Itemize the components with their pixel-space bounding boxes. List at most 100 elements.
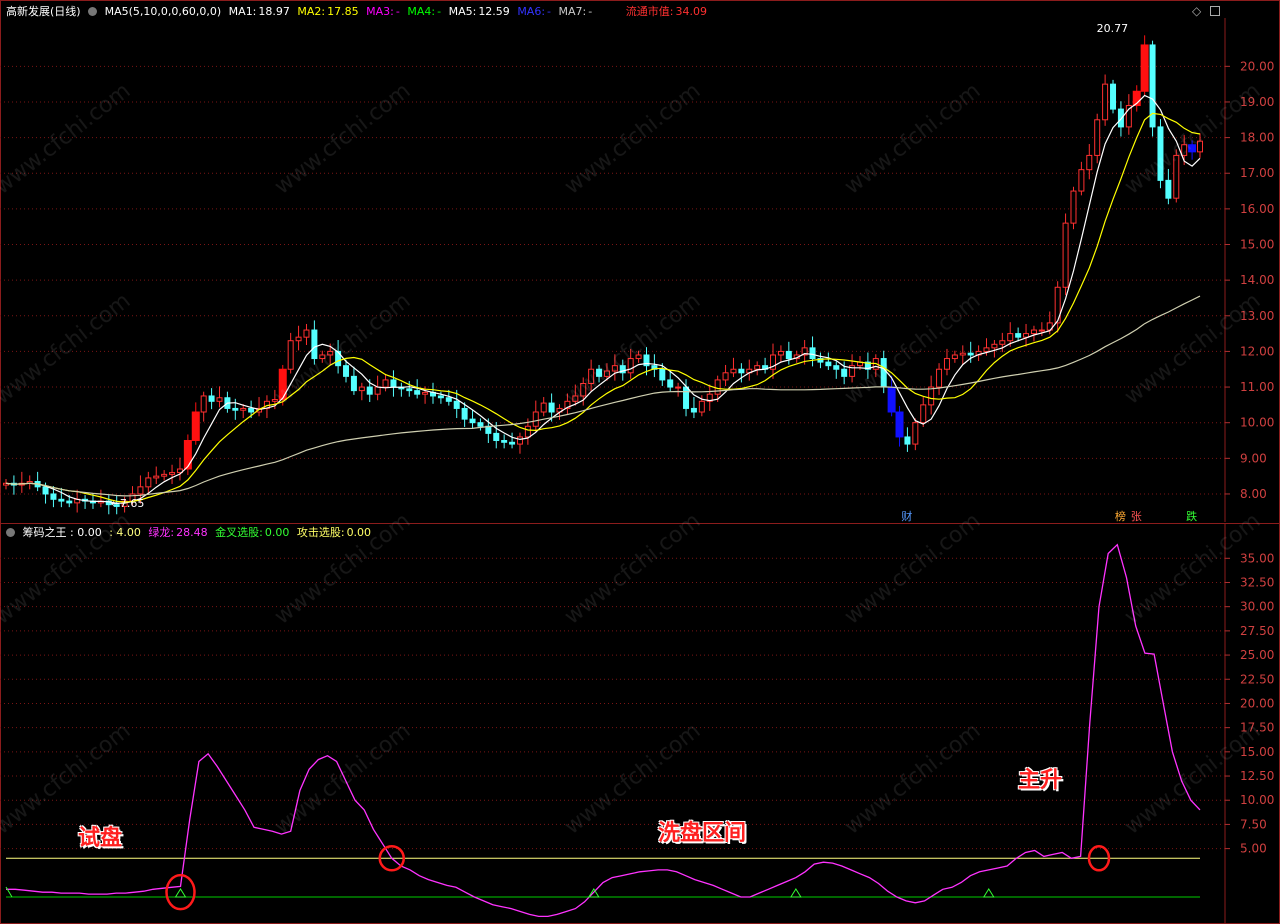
- candle-body: [208, 395, 215, 402]
- price-tick-label: 20.00: [1240, 59, 1274, 73]
- candle-body: [437, 395, 444, 399]
- candle-body: [42, 486, 49, 495]
- candle-body: [635, 354, 642, 360]
- price-tick-label: 9.00: [1240, 451, 1267, 465]
- event-marker: 张: [1131, 510, 1142, 523]
- candle-body: [327, 350, 334, 356]
- candle-body: [145, 477, 152, 488]
- candle-body: [983, 347, 990, 352]
- candle-body: [1086, 154, 1093, 171]
- candle-body: [169, 472, 176, 475]
- candle-body: [825, 361, 832, 367]
- indicator-tick-label: 17.50: [1240, 721, 1274, 735]
- candle-body: [1165, 179, 1172, 199]
- annotation-wash: 洗盘区间: [658, 821, 747, 846]
- candle-body: [596, 368, 603, 377]
- candle-body: [232, 407, 239, 411]
- candle-body: [1078, 169, 1085, 192]
- candle-body: [675, 386, 682, 389]
- candle-body: [137, 486, 144, 495]
- candle-body: [912, 422, 919, 445]
- golden-cross-triangle: [789, 888, 802, 898]
- candle-body: [350, 375, 357, 392]
- price-tick-label: 8.00: [1240, 487, 1267, 501]
- candle-body: [1102, 83, 1109, 121]
- candle-body: [785, 350, 792, 360]
- candle-body: [66, 500, 73, 504]
- candle-body: [1157, 126, 1164, 181]
- indicator-tick-label: 15.00: [1240, 745, 1274, 759]
- candle-body: [153, 475, 160, 479]
- candle-body: [374, 386, 381, 395]
- candle-body: [414, 390, 421, 395]
- candle-body: [183, 440, 192, 470]
- candle-body: [690, 407, 697, 413]
- candle-body: [603, 370, 610, 377]
- candle-body: [445, 397, 452, 402]
- candle-body: [390, 379, 397, 388]
- candle-body: [809, 347, 816, 360]
- candle-body: [248, 407, 255, 413]
- candle-body: [999, 340, 1006, 345]
- candle-body: [382, 379, 389, 388]
- event-marker: 跌: [1186, 509, 1197, 523]
- indicator-tick-label: 12.50: [1240, 769, 1274, 783]
- candle-body: [967, 352, 974, 356]
- candle-body: [943, 358, 950, 370]
- candle-body: [1094, 119, 1101, 156]
- indicator-tick-label: 30.00: [1240, 600, 1274, 614]
- candle-body: [1062, 222, 1069, 288]
- candle-body: [588, 368, 595, 384]
- candle-body: [1197, 140, 1203, 153]
- candle-body: [833, 365, 840, 370]
- candle-body: [216, 397, 223, 402]
- indicator-chart[interactable]: 5.00 7.50 10.00 12.50 15.00 17.50 20.00 22.50 25…: [0, 523, 1280, 924]
- candle-body: [1173, 154, 1180, 199]
- price-tick-label: 15.00: [1240, 238, 1274, 252]
- price-tick-label: 11.00: [1240, 380, 1274, 394]
- candle-body: [1007, 333, 1014, 342]
- candle-body: [461, 407, 468, 420]
- candle-body: [887, 386, 896, 413]
- price-tick-label: 19.00: [1240, 95, 1274, 109]
- candle-body: [58, 498, 65, 502]
- candle-body: [722, 372, 729, 381]
- price-tick-label: 16.00: [1240, 202, 1274, 216]
- candle-body: [730, 368, 737, 374]
- high-price-label: 20.77: [1097, 22, 1129, 35]
- green-dragon-line: [6, 543, 1201, 918]
- candle-body: [548, 402, 555, 413]
- price-tick-label: 14.00: [1240, 273, 1274, 287]
- candle-body: [1110, 83, 1117, 110]
- low-price-label: ←7.65: [111, 497, 145, 510]
- candle-body: [540, 402, 547, 413]
- candle-body: [200, 395, 207, 413]
- candle-body: [311, 329, 318, 360]
- candle-body: [501, 440, 508, 443]
- candle-body: [920, 404, 927, 424]
- annotation-main-rise: 主升: [1018, 768, 1063, 793]
- price-tick-label: 13.00: [1240, 309, 1274, 323]
- candle-body: [524, 425, 531, 438]
- indicator-tick-label: 25.00: [1240, 648, 1274, 662]
- price-chart[interactable]: 8.00 9.00 10.00 11.00 12.00 13.00 14.00 15.00 16…: [0, 0, 1280, 524]
- price-tick-label: 17.00: [1240, 166, 1274, 180]
- candle-body: [1188, 144, 1197, 153]
- candle-body: [295, 336, 302, 342]
- price-tick-label: 12.00: [1240, 344, 1274, 358]
- candle-body: [1181, 144, 1188, 156]
- candle-body: [880, 358, 887, 388]
- candle-body: [469, 418, 476, 424]
- annotation-trial: 试盘: [78, 826, 123, 851]
- golden-cross-triangle: [5, 886, 13, 898]
- highlight-circle: [165, 873, 196, 911]
- golden-cross-triangle: [174, 888, 187, 898]
- candle-body: [1117, 108, 1124, 128]
- golden-cross-triangle: [982, 888, 995, 898]
- candle-body: [1038, 329, 1045, 332]
- indicator-tick-label: 5.00: [1240, 842, 1267, 856]
- candle-body: [627, 358, 634, 374]
- candle-body: [738, 368, 745, 374]
- candle-body: [936, 368, 943, 388]
- price-tick-label: 10.00: [1240, 416, 1274, 430]
